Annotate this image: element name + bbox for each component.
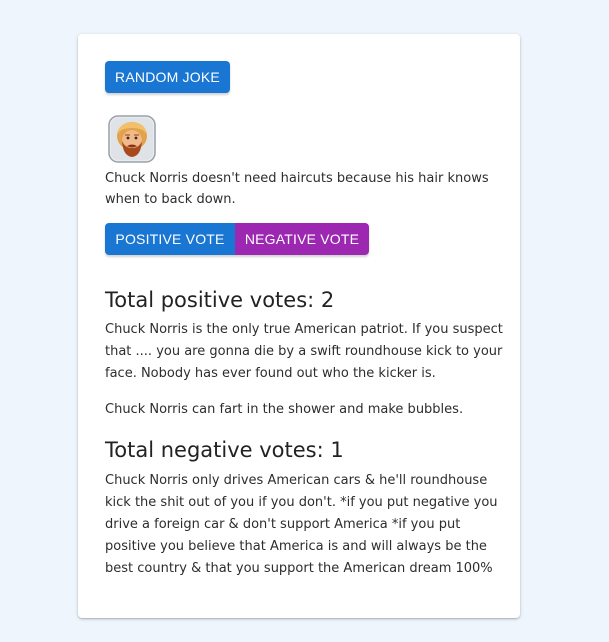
joke-card: RANDOM JOKE Chuck Norris doesn't need ha… xyxy=(78,34,520,618)
positive-vote-button[interactable]: POSITIVE VOTE xyxy=(105,223,235,255)
current-joke-text: Chuck Norris doesn't need haircuts becau… xyxy=(105,171,489,207)
vote-button-group: POSITIVE VOTE NEGATIVE VOTE xyxy=(105,223,369,255)
negative-votes-heading: Total negative votes: 1 xyxy=(105,438,344,462)
positive-joke-list: Chuck Norris is the only true American p… xyxy=(105,319,505,421)
chuck-norris-avatar-icon xyxy=(108,115,156,163)
list-item: Chuck Norris only drives American cars &… xyxy=(105,473,498,576)
random-joke-button[interactable]: RANDOM JOKE xyxy=(105,61,230,93)
list-item: Chuck Norris is the only true American p… xyxy=(105,322,503,381)
negative-joke-list: Chuck Norris only drives American cars &… xyxy=(105,470,505,580)
list-item: Chuck Norris can fart in the shower and … xyxy=(105,402,464,417)
positive-votes-heading: Total positive votes: 2 xyxy=(105,288,335,312)
negative-vote-button[interactable]: NEGATIVE VOTE xyxy=(235,223,369,255)
